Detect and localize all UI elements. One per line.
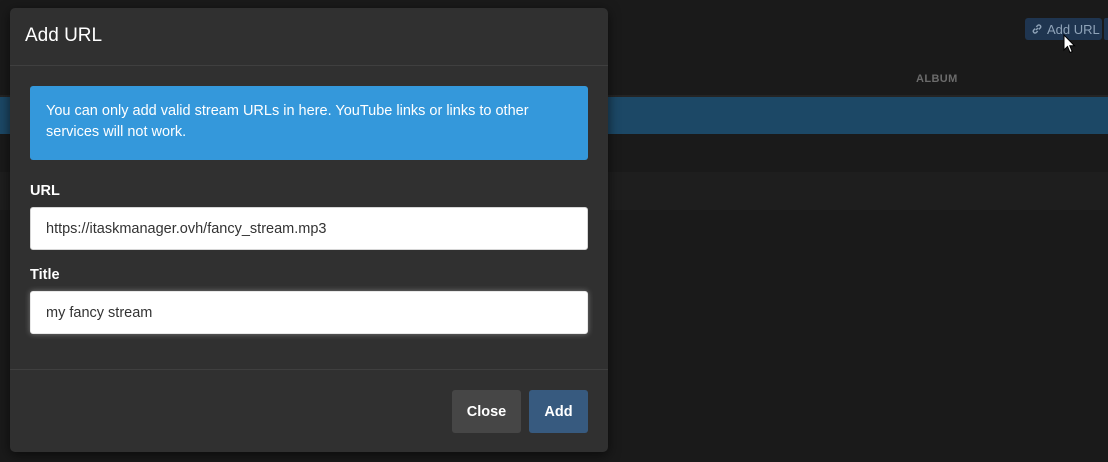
url-field-label: URL (30, 183, 60, 199)
close-button[interactable]: Close (452, 390, 521, 433)
link-icon (1031, 23, 1043, 35)
dialog-title: Add URL (25, 25, 103, 46)
dialog-header: Add URL (10, 8, 608, 66)
toolbar-button-edge[interactable] (1104, 18, 1108, 40)
title-field-label: Title (30, 267, 60, 283)
info-alert: You can only add valid stream URLs in he… (30, 86, 588, 160)
mouse-pointer-icon (1063, 34, 1077, 54)
column-header-album[interactable]: ALBUM (916, 73, 958, 85)
url-input[interactable] (30, 207, 588, 250)
add-url-dialog: Add URL You can only add valid stream UR… (10, 8, 608, 452)
title-input[interactable] (30, 291, 588, 334)
add-button[interactable]: Add (529, 390, 588, 433)
